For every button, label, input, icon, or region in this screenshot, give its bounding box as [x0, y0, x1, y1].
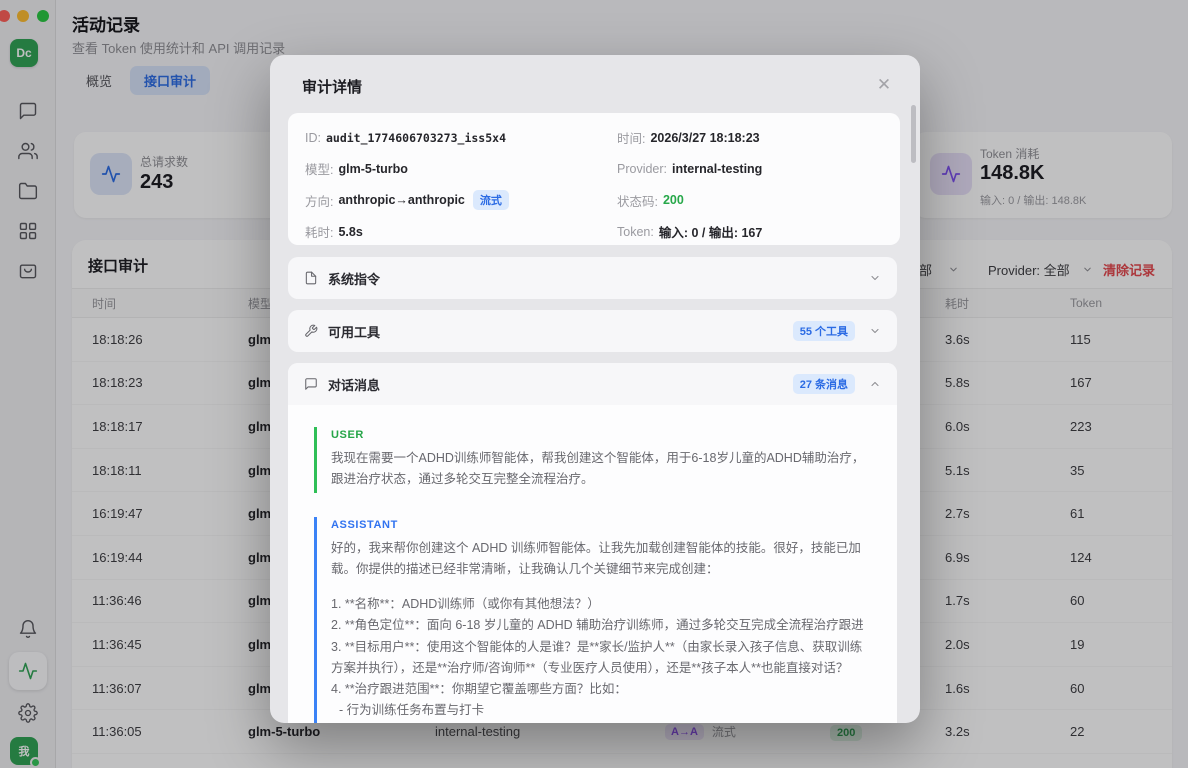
- message-role-label: USER: [331, 429, 871, 441]
- message-body: 好的，我来帮你创建这个 ADHD 训练师智能体。让我先加载创建智能体的技能。很好…: [331, 538, 871, 724]
- info-field-label: 方向:: [305, 191, 333, 210]
- modal-title: 审计详情: [302, 76, 362, 97]
- info-field-value: 输入: 0 / 输出: 167: [659, 222, 763, 241]
- chevron-down-icon: [869, 325, 881, 337]
- info-field: ID: audit_1774606703273_iss5x4: [305, 128, 617, 147]
- info-field-value: glm-5-turbo: [338, 162, 407, 176]
- chevron-down-icon: [869, 272, 881, 284]
- info-field-value: 200: [663, 193, 684, 207]
- info-field-label: ID:: [305, 131, 321, 145]
- tools-count-badge: 55 个工具: [793, 321, 855, 341]
- info-field-label: 耗时:: [305, 222, 333, 241]
- info-field: Token: 输入: 0 / 输出: 167: [617, 222, 883, 241]
- message-user: USER 我现在需要一个ADHD训练师智能体，帮我创建这个智能体，用于6-18岁儿…: [314, 427, 871, 493]
- message-icon: [304, 377, 318, 391]
- section-label: 可用工具: [328, 322, 380, 341]
- info-field-label: 模型:: [305, 159, 333, 178]
- audit-detail-modal: 审计详情 ✕ ID: audit_1774606703273_iss5x4 时间: 2…: [270, 55, 920, 723]
- info-field: 时间: 2026/3/27 18:18:23: [617, 128, 883, 147]
- modal-scrollbar-thumb[interactable]: [911, 105, 916, 163]
- section-label: 系统指令: [328, 269, 380, 288]
- message-line: 1. **名称**：ADHD训练师（或你有其他想法？）: [331, 594, 871, 615]
- message-role-label: ASSISTANT: [331, 519, 871, 531]
- conversation-card: 对话消息 27 条消息 USER 我现在需要一个ADHD训练师智能体，帮我创建这个…: [288, 363, 897, 723]
- message-line: 2. **角色定位**：面向 6-18 岁儿童的 ADHD 辅助治疗训练师，通过…: [331, 615, 871, 636]
- info-field: 耗时: 5.8s: [305, 222, 617, 241]
- message-line: [331, 580, 871, 594]
- message-list: USER 我现在需要一个ADHD训练师智能体，帮我创建这个智能体，用于6-18岁儿…: [288, 405, 897, 723]
- message-line: 4. **治疗跟进范围**：你期望它覆盖哪些方面？比如：: [331, 679, 871, 700]
- message-line: 3. **目标用户**：使用这个智能体的人是谁？是**家长/监护人**（由家长录…: [331, 637, 871, 680]
- wrench-icon: [304, 324, 318, 338]
- info-field: 模型: glm-5-turbo: [305, 159, 617, 178]
- info-field: Provider: internal-testing: [617, 159, 883, 178]
- audit-info-card: ID: audit_1774606703273_iss5x4 时间: 2026/3/2…: [288, 113, 900, 245]
- chevron-up-icon: [869, 378, 881, 390]
- section-available-tools[interactable]: 可用工具 55 个工具: [288, 310, 897, 352]
- info-field-value: anthropic→anthropic: [338, 193, 464, 207]
- message-line: 好的，我来帮你创建这个 ADHD 训练师智能体。让我先加载创建智能体的技能。很好…: [331, 538, 871, 581]
- document-icon: [304, 271, 318, 285]
- info-field-value: 2026/3/27 18:18:23: [650, 131, 759, 145]
- messages-count-badge: 27 条消息: [793, 374, 855, 394]
- message-assistant: ASSISTANT 好的，我来帮你创建这个 ADHD 训练师智能体。让我先加载创建…: [314, 517, 871, 724]
- info-field-label: Provider:: [617, 162, 667, 176]
- info-field: 方向: anthropic→anthropic 流式: [305, 190, 617, 210]
- message-line: - 行为训练任务布置与打卡: [331, 700, 871, 721]
- section-label: 对话消息: [328, 375, 380, 394]
- info-field-label: 时间:: [617, 128, 645, 147]
- message-line: 我现在需要一个ADHD训练师智能体，帮我创建这个智能体，用于6-18岁儿童的AD…: [331, 448, 871, 491]
- info-field-label: 状态码:: [617, 191, 658, 210]
- stream-badge: 流式: [473, 190, 509, 210]
- app-window: Dc 我 活动记录 查看 Token 使用统计和 API 调用记录 概览: [0, 0, 1188, 768]
- message-body: 我现在需要一个ADHD训练师智能体，帮我创建这个智能体，用于6-18岁儿童的AD…: [331, 448, 871, 491]
- close-icon[interactable]: ✕: [872, 73, 896, 97]
- info-field-value: internal-testing: [672, 162, 762, 176]
- info-field-value: 5.8s: [338, 225, 362, 239]
- info-field: 状态码: 200: [617, 190, 883, 210]
- section-conversation-messages[interactable]: 对话消息 27 条消息: [288, 363, 897, 405]
- info-field-value: audit_1774606703273_iss5x4: [326, 131, 506, 145]
- info-field-label: Token:: [617, 225, 654, 239]
- section-system-prompt[interactable]: 系统指令: [288, 257, 897, 299]
- message-line: - 情绪管理辅导: [331, 722, 871, 724]
